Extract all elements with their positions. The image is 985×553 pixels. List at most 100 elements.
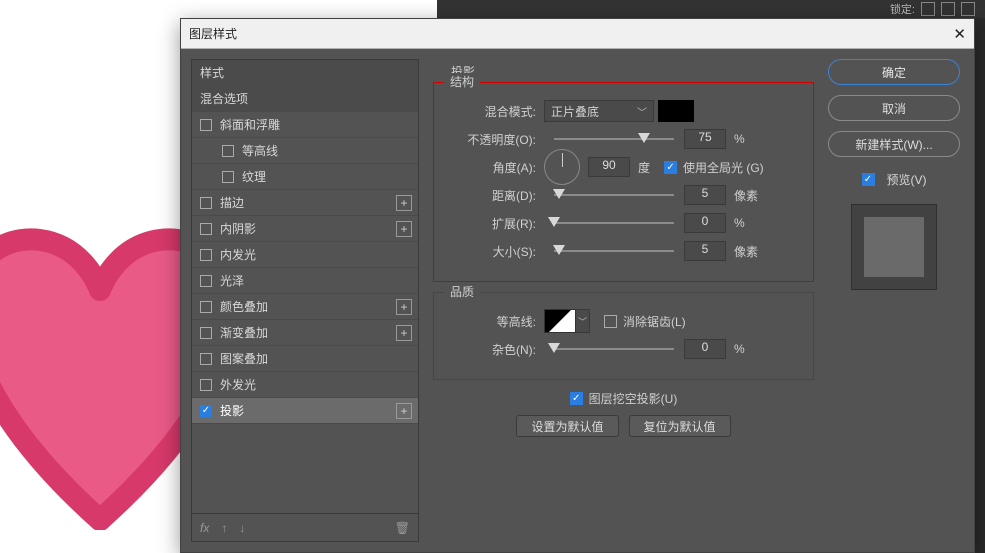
style-gradient-overlay[interactable]: 渐变叠加+ [192, 320, 418, 346]
checkbox-icon[interactable] [200, 327, 212, 339]
reset-default-button[interactable]: 复位为默认值 [629, 415, 731, 437]
antialias-checkbox[interactable] [604, 315, 617, 328]
knockout-row: ✓ 图层挖空投影(U) [433, 390, 814, 407]
cancel-button[interactable]: 取消 [828, 95, 960, 121]
contour-label: 等高线: [448, 313, 536, 330]
checkbox-icon[interactable] [200, 379, 212, 391]
noise-label: 杂色(N): [448, 341, 536, 358]
style-bevel[interactable]: 斜面和浮雕 [192, 112, 418, 138]
global-light-checkbox[interactable]: ✓ [664, 161, 677, 174]
noise-row: 杂色(N): 0 % [448, 335, 799, 363]
style-outer-glow[interactable]: 外发光 [192, 372, 418, 398]
size-label: 大小(S): [448, 243, 536, 260]
style-texture[interactable]: 纹理 [192, 164, 418, 190]
checkbox-icon[interactable] [200, 197, 212, 209]
styles-header-label: 样式 [200, 64, 224, 81]
chevron-down-icon: ﹀ [576, 309, 590, 333]
add-icon[interactable]: + [396, 325, 412, 341]
fx-icon[interactable]: fx [200, 521, 209, 535]
contour-swatch [544, 309, 576, 333]
trash-icon[interactable]: 🗑 [395, 521, 410, 535]
add-icon[interactable]: + [396, 221, 412, 237]
checkbox-icon[interactable]: ✓ [200, 405, 212, 417]
style-satin[interactable]: 光泽 [192, 268, 418, 294]
spread-input[interactable]: 0 [684, 213, 726, 233]
checkbox-icon[interactable] [200, 275, 212, 287]
style-color-overlay[interactable]: 颜色叠加+ [192, 294, 418, 320]
degree-unit: 度 [638, 159, 650, 176]
contour-row: 等高线: ﹀ 消除锯齿(L) [448, 307, 799, 335]
blend-options-label: 混合选项 [200, 90, 248, 107]
settings-panel: 投影 结构 混合模式: 正片叠底 ﹀ 不透明度(O): 75 % [419, 49, 814, 552]
layer-style-dialog: 图层样式 ✕ 样式 混合选项 斜面和浮雕 等高线 纹理 描边+ 内阴影+ 内发光… [180, 18, 975, 553]
opacity-row: 不透明度(O): 75 % [448, 125, 799, 153]
checkbox-icon[interactable] [200, 249, 212, 261]
blend-options[interactable]: 混合选项 [192, 86, 418, 112]
style-inner-shadow[interactable]: 内阴影+ [192, 216, 418, 242]
add-icon[interactable]: + [396, 195, 412, 211]
spread-label: 扩展(R): [448, 215, 536, 232]
checkbox-icon[interactable] [222, 171, 234, 183]
app-topbar: 锁定: [437, 0, 985, 18]
styles-footer: fx ↑ ↓ 🗑 [192, 513, 418, 541]
checkbox-icon[interactable] [222, 145, 234, 157]
dialog-right-column: 确定 取消 新建样式(W)... ✓ 预览(V) [814, 49, 974, 552]
close-icon[interactable]: ✕ [936, 25, 966, 43]
checkbox-icon[interactable] [200, 223, 212, 235]
opacity-slider[interactable] [554, 131, 674, 147]
style-label: 投影 [220, 402, 244, 419]
style-stroke[interactable]: 描边+ [192, 190, 418, 216]
contour-picker[interactable]: ﹀ [544, 309, 590, 333]
percent-unit: % [734, 216, 745, 230]
shadow-color-swatch[interactable] [658, 100, 694, 122]
style-label: 等高线 [242, 142, 278, 159]
styles-header[interactable]: 样式 [192, 60, 418, 86]
blend-mode-select[interactable]: 正片叠底 ﹀ [544, 100, 654, 122]
topbar-lock-chip: 锁定: [890, 0, 975, 18]
preview-label: 预览(V) [887, 171, 927, 188]
noise-input[interactable]: 0 [684, 339, 726, 359]
style-pattern-overlay[interactable]: 图案叠加 [192, 346, 418, 372]
dialog-titlebar[interactable]: 图层样式 ✕ [181, 19, 974, 49]
styles-panel: 样式 混合选项 斜面和浮雕 等高线 纹理 描边+ 内阴影+ 内发光 光泽 颜色叠… [191, 59, 419, 542]
antialias-label: 消除锯齿(L) [623, 313, 686, 330]
style-label: 图案叠加 [220, 350, 268, 367]
lock-label: 锁定: [890, 1, 915, 17]
style-contour[interactable]: 等高线 [192, 138, 418, 164]
move-up-icon[interactable]: ↑ [221, 521, 227, 535]
style-drop-shadow[interactable]: ✓ 投影 + [192, 398, 418, 424]
size-slider[interactable] [554, 243, 674, 259]
knockout-checkbox[interactable]: ✓ [570, 392, 583, 405]
move-down-icon[interactable]: ↓ [239, 521, 245, 535]
preview-checkbox[interactable]: ✓ [862, 173, 875, 186]
checkbox-icon[interactable] [200, 119, 212, 131]
blend-mode-row: 混合模式: 正片叠底 ﹀ [448, 97, 799, 125]
ok-button[interactable]: 确定 [828, 59, 960, 85]
distance-input[interactable]: 5 [684, 185, 726, 205]
add-icon[interactable]: + [396, 299, 412, 315]
angle-dial[interactable] [544, 149, 580, 185]
style-inner-glow[interactable]: 内发光 [192, 242, 418, 268]
size-input[interactable]: 5 [684, 241, 726, 261]
blend-mode-label: 混合模式: [448, 103, 536, 120]
add-icon[interactable]: + [396, 403, 412, 419]
brush-icon[interactable] [941, 2, 955, 16]
angle-row: 角度(A): 90 度 ✓ 使用全局光 (G) [448, 153, 799, 181]
percent-unit: % [734, 342, 745, 356]
style-label: 光泽 [220, 272, 244, 289]
set-default-button[interactable]: 设置为默认值 [516, 415, 618, 437]
checkbox-icon[interactable] [200, 301, 212, 313]
angle-input[interactable]: 90 [588, 157, 630, 177]
angle-label: 角度(A): [448, 159, 536, 176]
new-style-button[interactable]: 新建样式(W)... [828, 131, 960, 157]
spread-slider[interactable] [554, 215, 674, 231]
spread-row: 扩展(R): 0 % [448, 209, 799, 237]
distance-slider[interactable] [554, 187, 674, 203]
lock-icon[interactable] [921, 2, 935, 16]
opacity-input[interactable]: 75 [684, 129, 726, 149]
noise-slider[interactable] [554, 341, 674, 357]
move-icon[interactable] [961, 2, 975, 16]
checkbox-icon[interactable] [200, 353, 212, 365]
preview-toggle[interactable]: ✓ 预览(V) [862, 171, 927, 188]
quality-title: 品质 [444, 283, 480, 300]
